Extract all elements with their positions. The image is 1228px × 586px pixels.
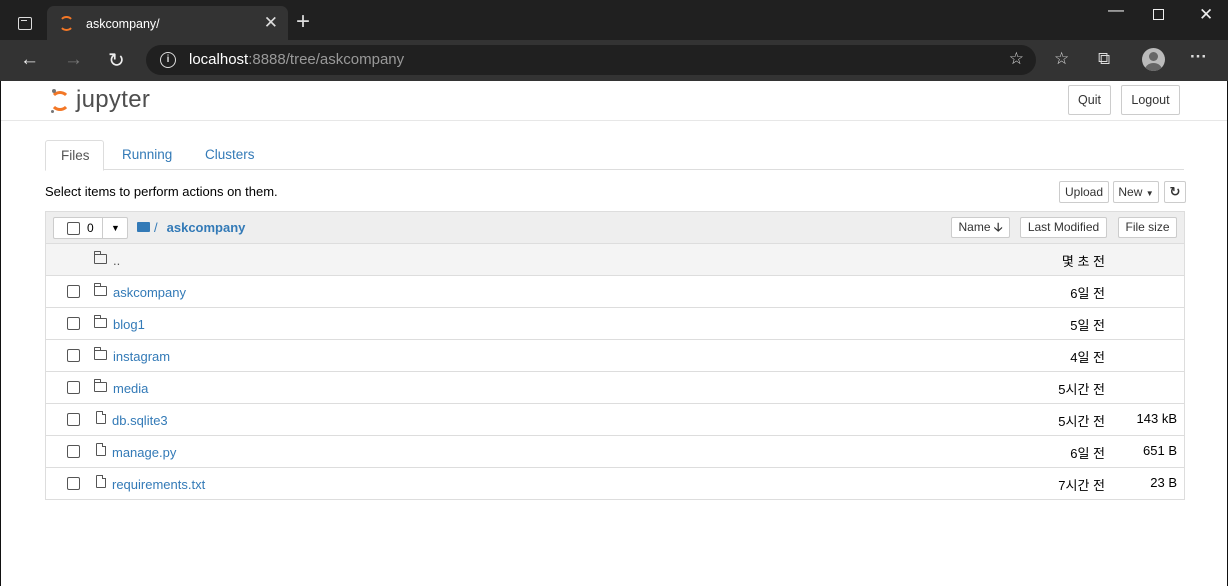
list-item[interactable]: manage.py 6일 전 651 B [46,436,1184,468]
folder-icon [93,251,107,264]
tab-files[interactable]: Files [45,140,104,171]
item-checkbox[interactable] [67,285,80,298]
site-info-icon[interactable]: i [160,52,176,68]
item-modified: 몇 초 전 [1061,254,1105,269]
window-close-icon[interactable]: ✕ [1199,5,1213,25]
logout-button[interactable]: Logout [1121,85,1180,115]
folder-icon [93,347,107,360]
new-dropdown-button[interactable]: New ▼ [1113,181,1159,203]
tab-running[interactable]: Running [107,140,187,170]
arrow-down-icon: 🡣 [993,220,1003,234]
item-modified: 5일 전 [1070,318,1105,333]
item-name[interactable]: requirements.txt [112,477,205,492]
item-modified: 4일 전 [1070,350,1105,365]
jupyter-logo[interactable]: jupyter [48,85,168,117]
logo-moon-dot [52,89,56,93]
item-modified: 6일 전 [1070,446,1105,461]
jupyter-header: jupyter Quit Logout [1,81,1227,121]
favorites-icon[interactable]: ☆ [1054,49,1069,69]
collections-icon[interactable]: ⧉ [1098,49,1110,69]
item-checkbox[interactable] [67,349,80,362]
list-item[interactable]: db.sqlite3 5시간 전 143 kB [46,404,1184,436]
caret-down-icon: ▼ [1145,189,1154,198]
item-checkbox[interactable] [67,381,80,394]
breadcrumb-current[interactable]: askcompany [167,220,246,235]
new-tab-icon[interactable]: + [296,8,310,36]
item-modified: 7시간 전 [1058,478,1105,493]
folder-icon [93,379,107,392]
select-all-group[interactable]: 0 ▼ [53,217,128,239]
url-text[interactable]: localhost:8888/tree/askcompany [189,51,404,68]
list-item-updir[interactable]: .. 몇 초 전 [46,244,1184,276]
jupyter-favicon-icon [59,16,74,31]
item-modified: 5시간 전 [1058,382,1105,397]
item-size: 23 B [1150,475,1177,490]
item-name[interactable]: blog1 [113,317,145,332]
file-icon [96,443,106,456]
breadcrumb-root[interactable]: / [154,220,158,235]
tab-clusters[interactable]: Clusters [190,140,270,170]
sort-last-modified-button[interactable]: Last Modified [1020,217,1107,238]
profile-avatar[interactable] [1142,48,1165,71]
item-name[interactable]: media [113,381,148,396]
item-modified: 5시간 전 [1058,414,1105,429]
list-item[interactable]: media 5시간 전 [46,372,1184,404]
selected-count: 0 [87,221,94,235]
file-icon [96,411,106,424]
more-menu-icon[interactable]: ··· [1190,47,1207,67]
browser-toolbar: ← → ↻ i localhost:8888/tree/askcompany ☆… [0,40,1228,81]
item-checkbox[interactable] [67,413,80,426]
forward-arrow-icon[interactable]: → [64,49,83,71]
selection-hint: Select items to perform actions on them. [45,184,278,199]
file-icon [96,475,106,488]
browser-tab-bar: askcompany/ ✕ + — ✕ [0,0,1228,40]
folder-icon[interactable] [137,222,150,232]
tab-title: askcompany/ [86,17,160,31]
folder-icon [93,283,107,296]
list-item[interactable]: askcompany 6일 전 [46,276,1184,308]
quit-button[interactable]: Quit [1068,85,1111,115]
breadcrumb: / askcompany [137,220,245,235]
item-name[interactable]: .. [113,253,120,268]
maximize-icon[interactable] [1153,9,1164,20]
list-item[interactable]: blog1 5일 전 [46,308,1184,340]
folder-icon [93,315,107,328]
item-checkbox[interactable] [67,445,80,458]
list-item[interactable]: instagram 4일 전 [46,340,1184,372]
dashboard-tabs: Files Running Clusters [45,140,1184,171]
item-size: 651 B [1143,443,1177,458]
refresh-icon[interactable]: ↻ [1164,181,1186,203]
minimize-icon[interactable]: — [1108,2,1124,20]
sort-name-button[interactable]: Name 🡣 [951,217,1010,238]
jupyter-logo-icon [50,91,70,111]
logo-text: jupyter [76,86,151,113]
back-arrow-icon[interactable]: ← [20,49,39,71]
select-all-checkbox[interactable] [67,222,80,235]
tab-actions-icon[interactable] [18,17,32,30]
close-tab-icon[interactable]: ✕ [264,13,278,33]
item-modified: 6일 전 [1070,286,1105,301]
list-header: 0 ▼ / askcompany Name 🡣 Last Modified Fil… [46,212,1184,244]
upload-button[interactable]: Upload [1059,181,1109,203]
item-name[interactable]: askcompany [113,285,186,300]
browser-tab[interactable]: askcompany/ ✕ [47,6,288,40]
add-favorite-icon[interactable]: ☆ [1009,49,1024,69]
sort-file-size-button[interactable]: File size [1118,217,1177,238]
list-item[interactable]: requirements.txt 7시간 전 23 B [46,468,1184,500]
select-dropdown-icon[interactable]: ▼ [102,217,128,239]
item-name[interactable]: db.sqlite3 [112,413,168,428]
item-checkbox[interactable] [67,317,80,330]
reload-icon[interactable]: ↻ [108,48,125,73]
logo-moon-dot [51,110,54,113]
item-name[interactable]: instagram [113,349,170,364]
item-size: 143 kB [1136,411,1177,426]
jupyter-page: jupyter Quit Logout Files Running Cluste… [0,81,1228,586]
notebook-list: 0 ▼ / askcompany Name 🡣 Last Modified Fil… [45,211,1185,500]
item-checkbox[interactable] [67,477,80,490]
item-name[interactable]: manage.py [112,445,176,460]
address-bar[interactable]: i localhost:8888/tree/askcompany ☆ [146,45,1036,75]
